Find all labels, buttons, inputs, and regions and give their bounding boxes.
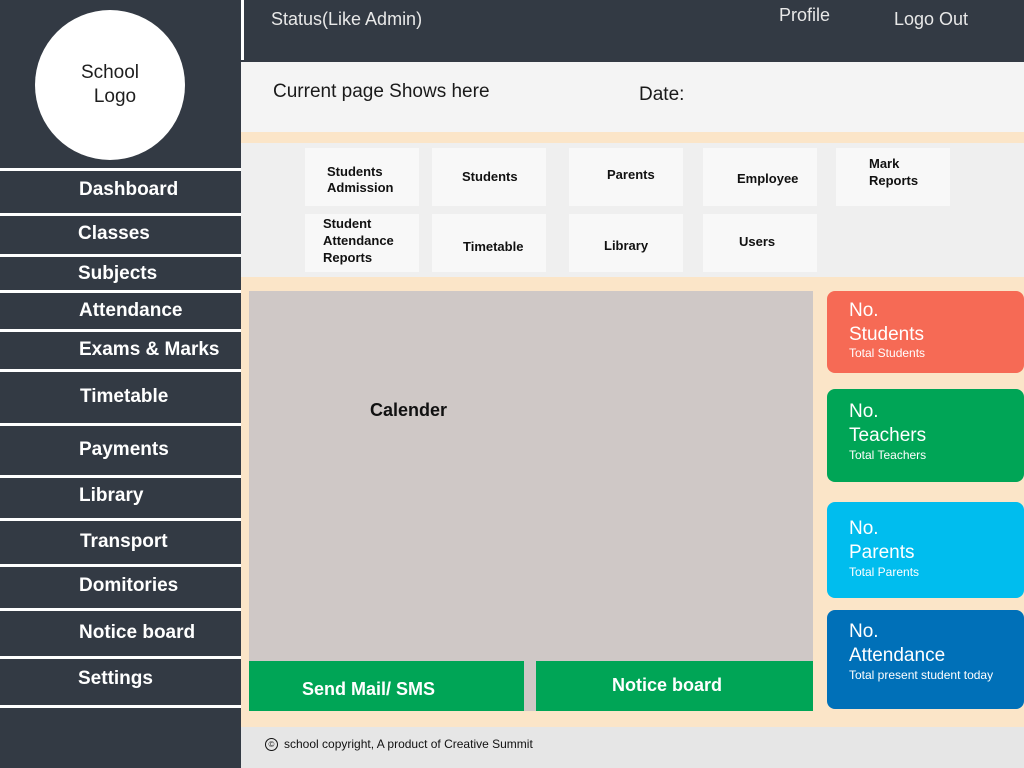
copyright-icon: © — [265, 738, 278, 752]
quick-link-label: Users — [739, 234, 776, 249]
quick-link-label: Reports — [323, 250, 373, 265]
quick-link-label: Students — [327, 164, 383, 179]
quick-link-label: Student — [323, 216, 372, 231]
stat-card-teachers[interactable]: No. Teachers Total Teachers — [827, 389, 1024, 482]
sidebar-item-label: Transport — [80, 531, 168, 552]
nav-divider — [0, 290, 241, 293]
sidebar-item-label: Classes — [78, 223, 150, 244]
stat-card-attendance[interactable]: No. Attendance Total present student tod… — [827, 610, 1024, 709]
stat-label: Students — [849, 324, 924, 345]
nav-divider — [0, 608, 241, 611]
quick-link-library[interactable]: Library — [569, 214, 683, 272]
nav-divider — [0, 518, 241, 521]
logout-link[interactable]: Logo Out — [894, 9, 968, 30]
stat-card-parents[interactable]: No. Parents Total Parents — [827, 502, 1024, 598]
quick-link-parents[interactable]: Parents — [569, 148, 683, 206]
sidebar-item-label: Library — [79, 485, 144, 506]
nav-divider — [0, 475, 241, 478]
user-status: Status(Like Admin) — [271, 9, 423, 29]
sidebar-item-label: Timetable — [80, 386, 169, 407]
stat-subtitle: Total present student today — [849, 668, 994, 682]
nav-divider — [0, 423, 241, 426]
stat-number: No. — [849, 621, 879, 642]
quick-link-users[interactable]: Users — [703, 214, 817, 272]
quick-link-label: Admission — [327, 180, 394, 195]
send-mail-sms-button[interactable]: Send Mail/ SMS — [249, 661, 524, 711]
nav-divider — [0, 213, 241, 216]
sidebar-item-label: Settings — [78, 668, 153, 689]
stat-card-students[interactable]: No. Students Total Students — [827, 291, 1024, 373]
sidebar-item-label: Dashboard — [79, 179, 179, 200]
stat-number: No. — [849, 518, 879, 539]
nav-divider — [0, 705, 241, 708]
nav-divider — [0, 254, 241, 257]
quick-link-label: Attendance — [323, 233, 394, 248]
sidebar-item-label: Subjects — [78, 263, 158, 284]
nav-divider — [0, 329, 241, 332]
quick-link-mark-reports[interactable]: Mark Reports — [836, 148, 950, 206]
quick-link-students-admission[interactable]: Students Admission — [305, 148, 419, 206]
calendar-label: Calender — [370, 400, 448, 420]
logo-line-2: Logo — [93, 86, 137, 107]
notice-board-label: Notice board — [612, 675, 723, 695]
stat-label: Attendance — [849, 645, 946, 666]
stat-subtitle: Total Students — [849, 346, 926, 360]
notice-board-button[interactable]: Notice board — [536, 661, 813, 711]
logo-line-1: School — [80, 62, 140, 83]
stat-subtitle: Total Teachers — [849, 448, 927, 462]
quick-link-label: Timetable — [463, 239, 524, 254]
stat-number: No. — [849, 300, 879, 321]
quick-link-timetable[interactable]: Timetable — [432, 214, 546, 272]
stat-label: Teachers — [849, 425, 927, 446]
stat-number: No. — [849, 401, 879, 422]
quick-link-label: Students — [462, 169, 518, 184]
footer-text: school copyright, A product of Creative … — [284, 737, 533, 751]
stat-subtitle: Total Parents — [849, 565, 920, 579]
nav-divider — [0, 656, 241, 659]
page-title: Current page Shows here — [273, 81, 490, 102]
send-mail-sms-label: Send Mail/ SMS — [302, 679, 436, 699]
quick-link-label: Reports — [869, 173, 919, 188]
quick-link-label: Mark — [869, 156, 900, 171]
calendar-panel[interactable] — [249, 291, 813, 711]
sidebar-item-label: Payments — [79, 439, 169, 460]
date-label: Date: — [639, 84, 685, 105]
quick-link-label: Library — [604, 238, 649, 253]
sidebar-item-label: Attendance — [79, 300, 183, 321]
stat-label: Parents — [849, 542, 915, 563]
quick-link-label: Employee — [737, 171, 799, 186]
sidebar-item-label: Domitories — [79, 575, 179, 596]
top-bar-divider — [241, 0, 244, 60]
quick-link-label: Parents — [607, 167, 655, 182]
nav-divider — [0, 369, 241, 372]
nav-divider — [0, 564, 241, 567]
sidebar-item-label: Notice board — [79, 622, 196, 643]
nav-divider — [0, 168, 241, 171]
footer-copyright: © school copyright, A product of Creative… — [265, 737, 533, 752]
sidebar-item-label: Exams & Marks — [79, 339, 220, 360]
school-logo: School Logo — [35, 10, 185, 160]
profile-link[interactable]: Profile — [779, 5, 830, 26]
quick-link-students[interactable]: Students — [432, 148, 546, 206]
quick-link-attendance-reports[interactable]: Student Attendance Reports — [305, 214, 419, 272]
quick-link-employee[interactable]: Employee — [703, 148, 817, 206]
